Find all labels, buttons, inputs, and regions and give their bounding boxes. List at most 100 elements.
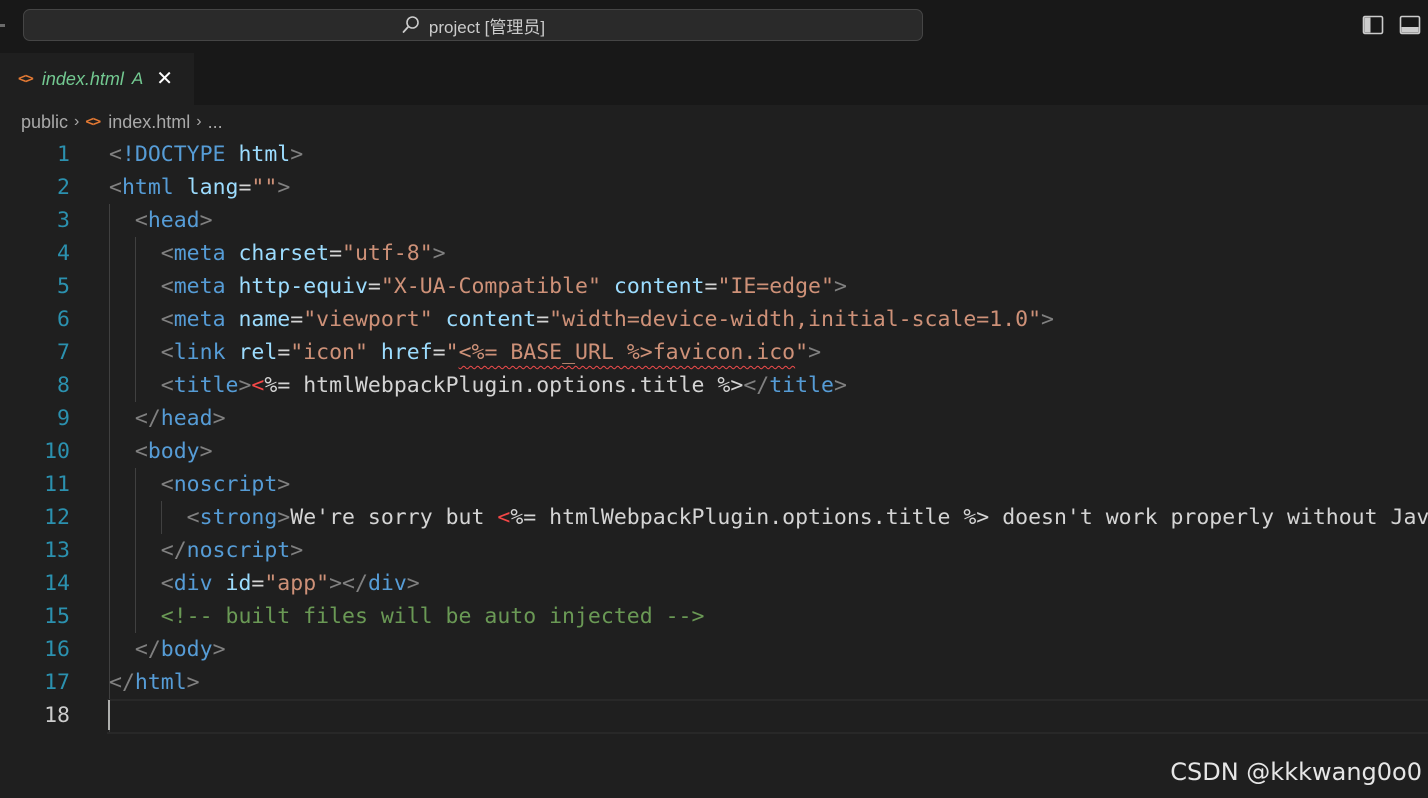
code-token-punc: > (186, 670, 200, 695)
code-content: <noscript> (109, 468, 290, 501)
code-token-punc: < (134, 439, 148, 464)
code-token-tplx: < (497, 505, 511, 530)
code-token-punc: </ (134, 406, 161, 431)
code-line[interactable]: 11 <noscript> (0, 468, 1428, 501)
code-token-punc: < (160, 340, 174, 365)
code-line[interactable]: 3 <head> (0, 204, 1428, 237)
code-content: </noscript> (109, 534, 303, 567)
line-number: 13 (44, 538, 70, 563)
code-token-str: "icon" (290, 340, 381, 365)
code-token-str: "" (251, 175, 278, 200)
code-content: <body> (109, 435, 213, 468)
code-token-punc: < (160, 274, 174, 299)
code-line[interactable]: 13 </noscript> (0, 534, 1428, 567)
code-token-tag: meta (173, 274, 239, 299)
html-file-icon: <> (18, 71, 34, 87)
code-token-tag: noscript (186, 538, 291, 563)
command-center-search[interactable]: project [管理员] (23, 9, 923, 41)
code-line[interactable]: 6 <meta name="viewport" content="width=d… (0, 303, 1428, 336)
code-editor[interactable]: 1 <!DOCTYPE html> 2 <html lang=""> 3 <head> 4… (0, 138, 1428, 738)
code-token-attr: lang (186, 175, 239, 200)
code-line[interactable]: 8 <title><%= htmlWebpackPlugin.options.t… (0, 369, 1428, 402)
code-token-tag: head (160, 406, 213, 431)
code-token-squig: <%= BASE_URL %>favicon.ico (458, 340, 796, 365)
code-token-str: "X-UA-Compatible" (380, 274, 614, 299)
breadcrumb-item-public[interactable]: public (21, 112, 68, 133)
line-number: 5 (57, 274, 70, 299)
line-number: 17 (44, 670, 70, 695)
line-number: 1 (57, 142, 70, 167)
line-number: 6 (57, 307, 70, 332)
code-line[interactable]: 4 <meta charset="utf-8"> (0, 237, 1428, 270)
code-token-tpl: %= htmlWebpackPlugin.options.title %> do… (510, 505, 1428, 530)
tab-index-html[interactable]: <> index.html A ✕ (0, 53, 194, 105)
toggle-primary-sidebar-icon[interactable] (1362, 14, 1384, 36)
line-number: 18 (44, 703, 70, 728)
code-line[interactable]: 15 <!-- built files will be auto injecte… (0, 600, 1428, 633)
code-content: <div id="app"></div> (109, 567, 420, 600)
code-token-attr: id (225, 571, 252, 596)
code-token-punc: > (238, 373, 252, 398)
code-token-tag: strong (199, 505, 278, 530)
watermark: CSDN @kkkwang0o0 (1170, 758, 1422, 786)
code-token-tag: meta (173, 241, 239, 266)
window-edge-indicator (0, 24, 5, 27)
code-token-punc: </ (743, 373, 770, 398)
code-token-attr: name (238, 307, 291, 332)
code-line[interactable]: 16 </body> (0, 633, 1428, 666)
code-line[interactable]: 18 (0, 699, 1428, 732)
title-bar: project [管理员] (0, 0, 1428, 53)
code-token-punc: > (833, 274, 847, 299)
code-line[interactable]: 5 <meta http-equiv="X-UA-Compatible" con… (0, 270, 1428, 303)
code-token-punc: > (432, 241, 446, 266)
code-token-punc: < (109, 175, 122, 200)
code-token-tag: html (134, 670, 187, 695)
code-token-attr: content (445, 307, 537, 332)
toggle-panel-icon[interactable] (1399, 14, 1421, 36)
line-number: 4 (57, 241, 70, 266)
code-token-plain: = (536, 307, 550, 332)
line-number: 12 (44, 505, 70, 530)
code-line[interactable]: 2 <html lang=""> (0, 171, 1428, 204)
code-line[interactable]: 9 </head> (0, 402, 1428, 435)
line-number: 9 (57, 406, 70, 431)
breadcrumb-item-index-html[interactable]: index.html (108, 112, 190, 133)
code-line[interactable]: 14 <div id="app"></div> (0, 567, 1428, 600)
code-token-attr: charset (238, 241, 330, 266)
code-line[interactable]: 10 <body> (0, 435, 1428, 468)
tab-filename: index.html (41, 68, 124, 89)
code-content: </head> (109, 402, 226, 435)
code-line[interactable]: 1 <!DOCTYPE html> (0, 138, 1428, 171)
code-token-plain: = (277, 340, 291, 365)
code-token-punc: > (290, 142, 304, 167)
code-content: <meta http-equiv="X-UA-Compatible" conte… (109, 270, 847, 303)
code-token-punc: > (290, 538, 304, 563)
code-content: <html lang=""> (109, 171, 290, 204)
code-line[interactable]: 7 <link rel="icon" href="<%= BASE_URL %>… (0, 336, 1428, 369)
code-token-tag: head (147, 208, 200, 233)
code-token-tpl: %= htmlWebpackPlugin.options.title %> (264, 373, 744, 398)
code-token-tag: body (147, 439, 200, 464)
code-line[interactable]: 12 <strong>We're sorry but <%= htmlWebpa… (0, 501, 1428, 534)
code-token-punc: < (160, 373, 174, 398)
code-token-punc: > (277, 175, 291, 200)
code-token-punc: > (1041, 307, 1054, 332)
code-token-plain: = (432, 340, 446, 365)
code-content: <!DOCTYPE html> (109, 138, 303, 171)
code-token-punc: > (199, 439, 213, 464)
close-icon[interactable]: ✕ (156, 69, 173, 89)
code-token-punc: < (109, 142, 122, 167)
line-number: 14 (44, 571, 70, 596)
code-token-attr: http-equiv (238, 274, 368, 299)
code-token-plain: = (367, 274, 381, 299)
code-token-str: " (445, 340, 459, 365)
chevron-right-icon: › (74, 113, 80, 130)
code-token-punc: ></ (329, 571, 368, 596)
code-token-tag: noscript (173, 472, 278, 497)
code-line[interactable]: 17 </html> (0, 666, 1428, 699)
line-number: 16 (44, 637, 70, 662)
code-token-plain: = (704, 274, 718, 299)
code-token-punc: < (160, 307, 174, 332)
code-token-plain: = (238, 175, 252, 200)
breadcrumb-item-symbols[interactable]: ... (208, 112, 223, 133)
